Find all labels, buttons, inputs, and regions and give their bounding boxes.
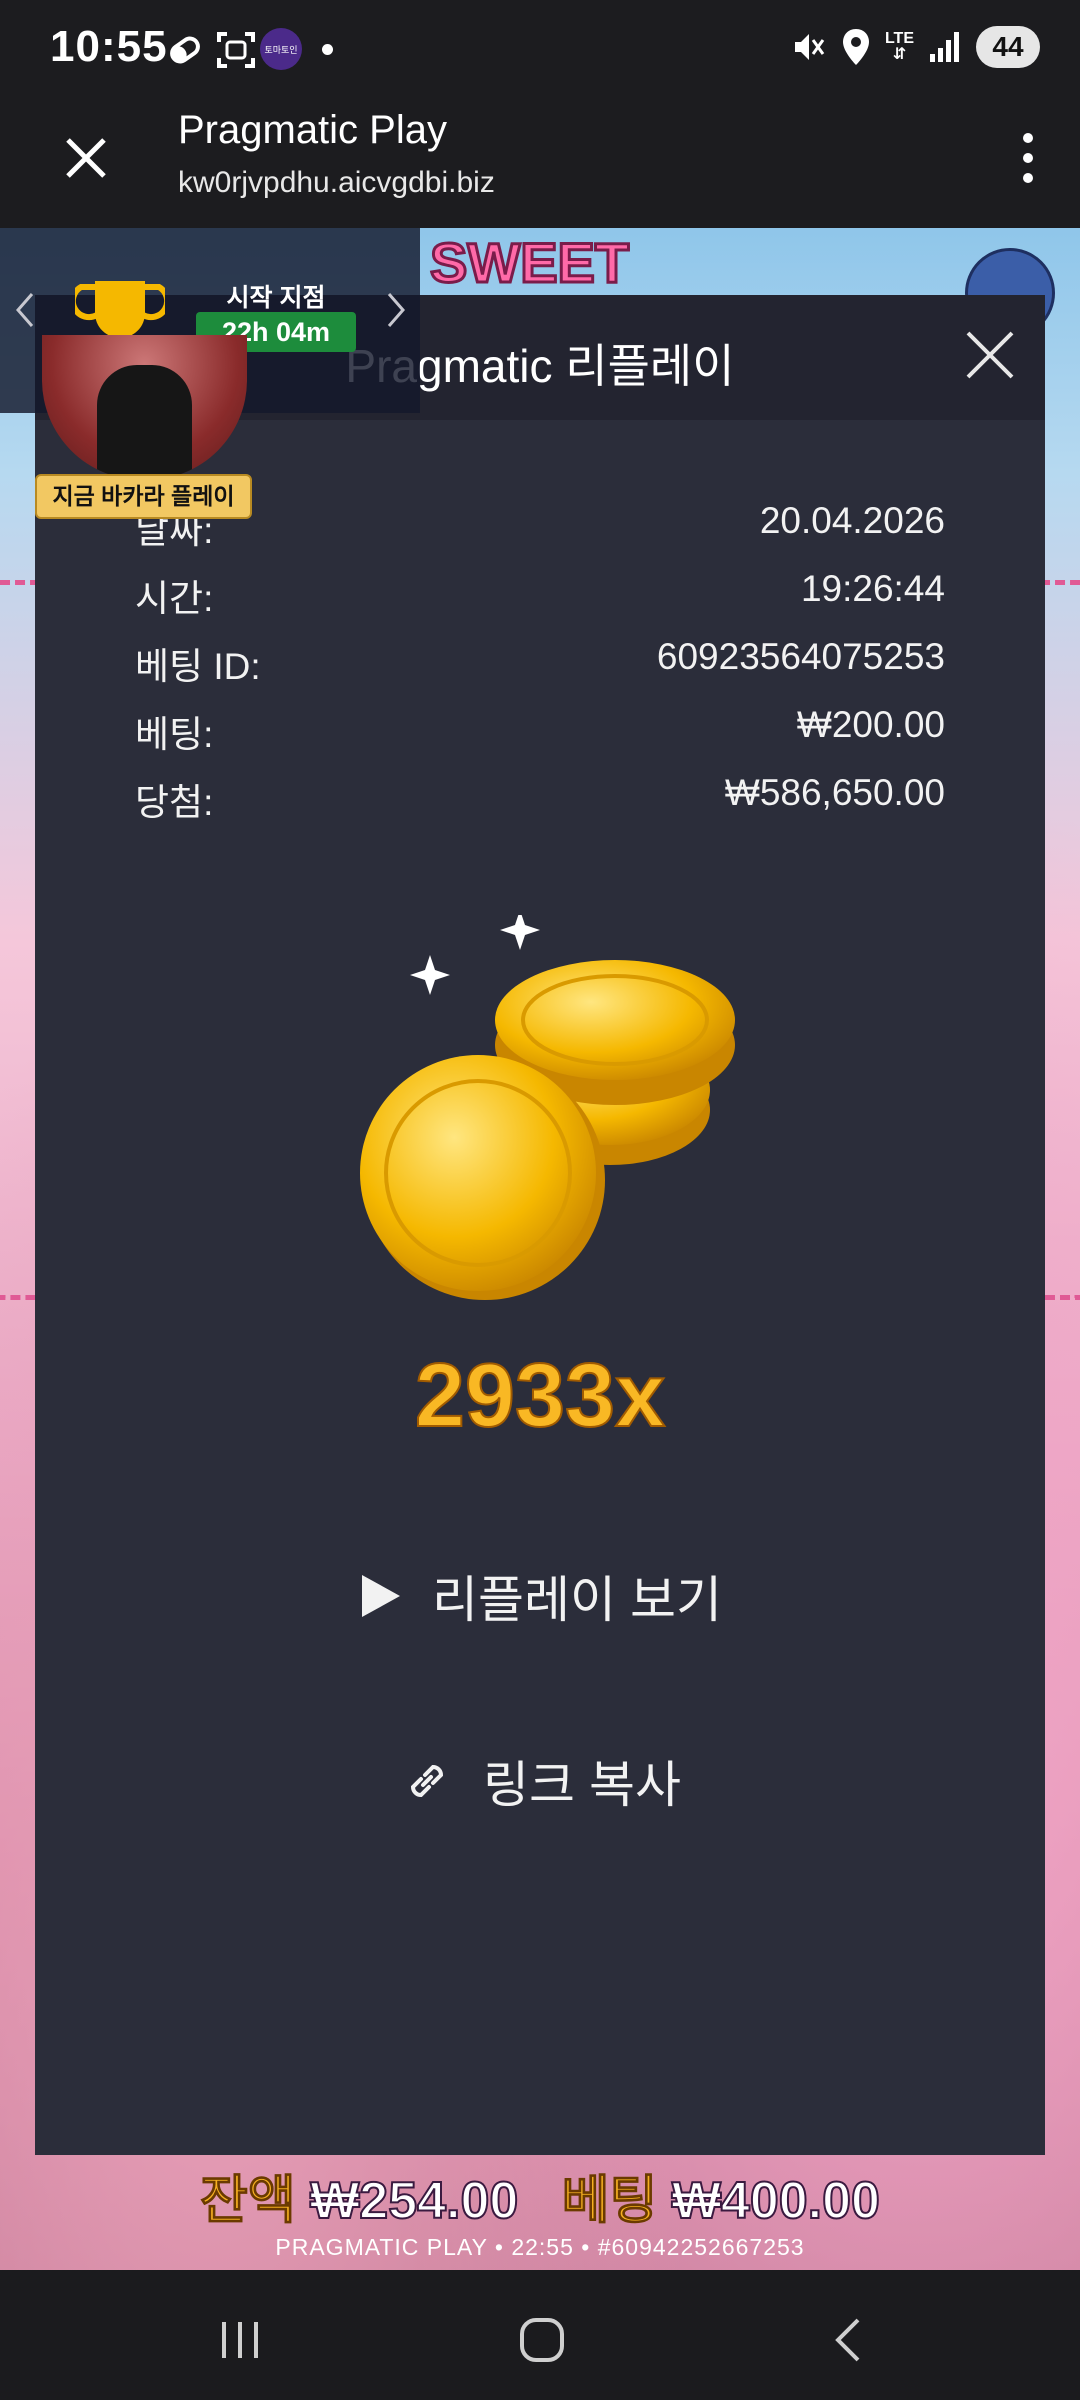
gold-coins-icon: [360, 915, 735, 1300]
home-icon[interactable]: [512, 2310, 572, 2370]
balance-value: ₩254.00: [309, 2171, 519, 2231]
chevron-right-icon[interactable]: [385, 290, 409, 330]
play-baccarat-button[interactable]: 지금 바카라 플레이: [35, 474, 252, 519]
info-label: 베팅 ID:: [135, 646, 261, 687]
status-time: 10:55: [50, 22, 168, 71]
info-value: ₩200.00: [796, 704, 945, 745]
location-icon: [842, 29, 869, 65]
info-value: 20.04.2026: [759, 500, 945, 541]
mute-icon: [794, 34, 825, 60]
game-balance-line: 잔액 ₩254.00 베팅 ₩400.00: [0, 2158, 1080, 2233]
browser-toolbar: Pragmatic Play kw0rjvpdhu.aicvgdbi.biz: [0, 100, 1080, 228]
replay-modal: Pragmatic 리플레이 날짜: 20.04.2026 시간: 19:26:…: [35, 295, 1045, 2155]
page-title: Pragmatic Play: [178, 108, 447, 152]
copy-link-button[interactable]: 링크 복사: [35, 1745, 1045, 1817]
screenshot-icon: [217, 32, 255, 68]
game-status-bar: 잔액 ₩254.00 베팅 ₩400.00 PRAGMATIC PLAY • 2…: [0, 2150, 1080, 2270]
win-multiplier: 2933x: [414, 1345, 666, 1447]
info-label: 시간:: [135, 578, 214, 619]
watch-replay-button[interactable]: 리플레이 보기: [35, 1560, 1045, 1632]
info-row-bet-id: 베팅 ID: 60923564075253: [135, 636, 945, 704]
system-nav-bar: [0, 2270, 1080, 2400]
info-value: 60923564075253: [656, 636, 945, 677]
status-right: LTE ⇵ 44: [789, 26, 1040, 68]
close-icon[interactable]: [58, 130, 114, 186]
info-value: ₩586,650.00: [724, 772, 945, 813]
page-url[interactable]: kw0rjvpdhu.aicvgdbi.biz: [178, 166, 495, 200]
play-icon: [362, 1575, 401, 1617]
info-label: 당첨:: [135, 782, 214, 823]
more-vert-icon[interactable]: [1016, 128, 1040, 188]
signal-icon: [930, 32, 959, 62]
replay-info-table: 날짜: 20.04.2026 시간: 19:26:44 베팅 ID: 60923…: [135, 500, 945, 840]
balance-label: 잔액: [200, 2172, 297, 2231]
network-type: LTE ⇵: [884, 30, 914, 63]
game-footer: PRAGMATIC PLAY • 22:55 • #60942252667253: [275, 2234, 805, 2260]
app-badge-icon: 토마토인: [260, 28, 302, 70]
info-row-date: 날짜: 20.04.2026: [135, 500, 945, 568]
network-label: LTE: [884, 30, 914, 47]
recent-apps-icon[interactable]: [210, 2310, 270, 2370]
avatar-figure: [97, 365, 192, 480]
bet-value: ₩400.00: [671, 2171, 881, 2231]
game-logo: SWEET: [428, 230, 630, 296]
battery-indicator: 44: [976, 26, 1040, 68]
status-bar: 10:55 토마토인 LTE ⇵ 44: [0, 0, 1080, 100]
info-value: 19:26:44: [800, 568, 945, 609]
info-label: 베팅:: [135, 714, 214, 755]
bet-label: 베팅: [561, 2172, 658, 2231]
pill-icon: [170, 36, 200, 64]
chevron-left-icon[interactable]: [12, 290, 36, 330]
watch-replay-label: 리플레이 보기: [432, 1572, 722, 1628]
info-row-time: 시간: 19:26:44: [135, 568, 945, 636]
info-row-bet: 베팅: ₩200.00: [135, 704, 945, 772]
close-icon[interactable]: [960, 325, 1020, 385]
notification-dot: [322, 44, 333, 55]
tournament-label: 시작 지점: [226, 284, 326, 312]
link-icon: [411, 1764, 444, 1798]
info-row-win: 당첨: ₩586,650.00: [135, 772, 945, 840]
copy-link-label: 링크 복사: [483, 1757, 681, 1813]
back-icon[interactable]: [820, 2310, 880, 2370]
